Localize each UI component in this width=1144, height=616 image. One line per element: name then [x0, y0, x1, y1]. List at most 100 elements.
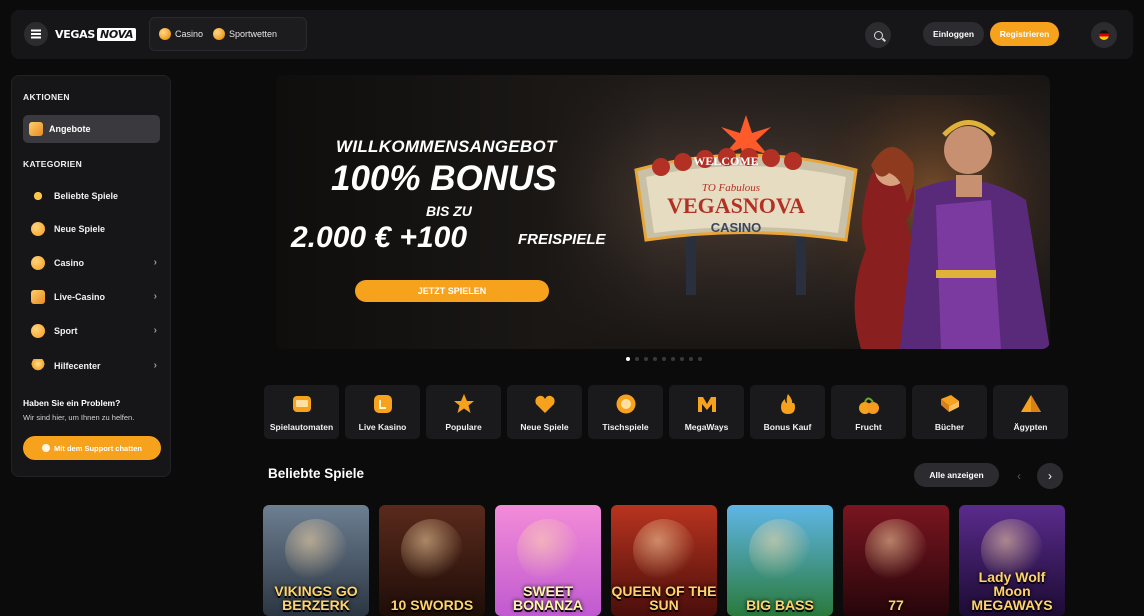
nav-sportwetten-label: Sportwetten: [229, 29, 278, 39]
sidebar-item-offers[interactable]: Angebote: [23, 115, 160, 143]
category-label: Neue Spiele: [520, 422, 569, 432]
search-icon: [873, 30, 883, 40]
game-title: 77: [888, 597, 904, 613]
carousel-dot[interactable]: [653, 357, 657, 361]
category-megaways[interactable]: MegaWays: [669, 385, 744, 439]
help-title: Haben Sie ein Problem?: [23, 398, 121, 408]
hamburger-icon: [31, 33, 41, 35]
category-live[interactable]: Live Kasino: [345, 385, 420, 439]
category-label: Bücher: [934, 422, 965, 432]
game-tile[interactable]: Lady Wolf Moon MEGAWAYS: [959, 505, 1065, 616]
category-table[interactable]: Tischspiele: [588, 385, 663, 439]
hero-banner[interactable]: WELCOME TO Fabulous VEGASNOVA CASINO WIL…: [276, 75, 1050, 349]
carousel-dot[interactable]: [689, 357, 693, 361]
category-fruit[interactable]: Frucht: [831, 385, 906, 439]
sidebar-item-label: Neue Spiele: [54, 224, 106, 234]
offers-label: Angebote: [49, 124, 91, 134]
megaways-icon: [697, 397, 716, 412]
category-popular[interactable]: Populare: [426, 385, 501, 439]
show-all-button[interactable]: Alle anzeigen: [914, 463, 999, 487]
category-bonus-buy[interactable]: Bonus Kauf: [750, 385, 825, 439]
carousel-dot[interactable]: [662, 357, 666, 361]
category-label: Ägypten: [1013, 422, 1048, 432]
game-tile[interactable]: QUEEN OF THE SUN: [611, 505, 717, 616]
star-icon: [453, 394, 474, 413]
coin-icon: [159, 28, 171, 40]
game-artwork: [285, 519, 347, 581]
register-button[interactable]: Registrieren: [990, 22, 1059, 46]
carousel-dot[interactable]: [626, 357, 630, 361]
chevron-right-icon: ›: [153, 325, 157, 336]
game-tile[interactable]: 10 SWORDS: [379, 505, 485, 616]
carousel-dot[interactable]: [698, 357, 702, 361]
logo[interactable]: VEGAS NOVA: [55, 24, 137, 44]
german-flag-icon: [1099, 30, 1109, 40]
sidebar-item-sport[interactable]: Sport ›: [31, 323, 161, 339]
page: VEGAS NOVA Casino Sportwetten Einloggen …: [0, 0, 1144, 616]
nav-sportwetten[interactable]: Sportwetten: [213, 28, 277, 40]
actions-heading: AKTIONEN: [23, 92, 70, 102]
category-strip: Spielautomaten Live Kasino Populare Neue…: [264, 385, 1068, 439]
game-title: BIG BASS: [746, 597, 814, 613]
game-tile[interactable]: 77: [843, 505, 949, 616]
nav-casino-label: Casino: [175, 29, 204, 39]
category-egypt[interactable]: Ägypten: [993, 385, 1068, 439]
game-tile[interactable]: BIG BASS: [727, 505, 833, 616]
hero-amount: 2.000 € +100: [291, 221, 468, 254]
hero-spins: FREISPIELE: [518, 231, 606, 248]
play-now-button[interactable]: JETZT SPIELEN: [355, 280, 549, 302]
sidebar-item-help[interactable]: Hilfecenter ›: [31, 358, 161, 374]
sidebar-item-new[interactable]: Neue Spiele: [31, 221, 161, 237]
carousel-dot[interactable]: [644, 357, 648, 361]
hero-offer: WILLKOMMENSANGEBOT: [336, 137, 557, 156]
sport-icon: [31, 324, 45, 338]
category-label: MegaWays: [684, 422, 729, 432]
category-new[interactable]: Neue Spiele: [507, 385, 582, 439]
sidebar-item-label: Sport: [54, 326, 78, 336]
game-artwork: [401, 519, 463, 581]
sidebar-item-casino[interactable]: Casino ›: [31, 255, 161, 271]
carousel-dot[interactable]: [680, 357, 684, 361]
category-books[interactable]: Bücher: [912, 385, 987, 439]
hero-upto: BIS ZU: [426, 203, 472, 219]
category-label: Live Kasino: [358, 422, 407, 432]
heart-icon: [534, 395, 555, 413]
carousel-dots: [626, 357, 702, 361]
chevron-left-icon: ‹: [1017, 469, 1021, 483]
game-tile[interactable]: SWEET BONANZA: [495, 505, 601, 616]
sign-welcome: WELCOME: [693, 154, 758, 168]
next-arrow-button[interactable]: ›: [1037, 463, 1063, 489]
game-artwork: [749, 519, 811, 581]
login-button[interactable]: Einloggen: [923, 22, 984, 46]
search-button[interactable]: [865, 22, 891, 48]
language-button[interactable]: [1091, 22, 1117, 48]
heart-icon: [31, 222, 45, 236]
gift-icon: [29, 122, 43, 136]
sidebar: AKTIONEN Angebote KATEGORIEN Beliebte Sp…: [11, 75, 171, 477]
carousel-dot[interactable]: [635, 357, 639, 361]
fruit-icon: [858, 397, 879, 414]
top-header: VEGAS NOVA Casino Sportwetten Einloggen …: [11, 10, 1133, 59]
category-label: Populare: [445, 422, 482, 432]
ball-icon: [213, 28, 226, 40]
game-title: VIKINGS GO BERZERK: [274, 583, 358, 613]
sign-name: VEGASNOVA: [667, 193, 805, 218]
chip-icon: [616, 394, 635, 414]
coin-icon: [31, 256, 45, 270]
prev-arrow-button[interactable]: ‹: [1006, 463, 1032, 489]
carousel-dot[interactable]: [671, 357, 675, 361]
sidebar-item-popular[interactable]: Beliebte Spiele: [31, 188, 161, 204]
sidebar-item-live-casino[interactable]: Live-Casino ›: [31, 289, 161, 305]
chevron-right-icon: ›: [1048, 469, 1052, 483]
game-tile[interactable]: VIKINGS GO BERZERK: [263, 505, 369, 616]
slot-icon: [292, 396, 311, 412]
popular-games-row: VIKINGS GO BERZERK 10 SWORDS SWEET BONANZA…: [263, 505, 1065, 616]
support-chat-button[interactable]: Mit dem Support chatten: [23, 436, 161, 460]
menu-button[interactable]: [24, 22, 48, 46]
nav-casino[interactable]: Casino: [159, 28, 203, 40]
bulb-icon: [31, 359, 45, 373]
sign-casino: CASINO: [711, 220, 762, 235]
top-nav: Casino Sportwetten: [149, 17, 307, 51]
category-slots[interactable]: Spielautomaten: [264, 385, 339, 439]
pyramid-icon: [1020, 395, 1041, 412]
